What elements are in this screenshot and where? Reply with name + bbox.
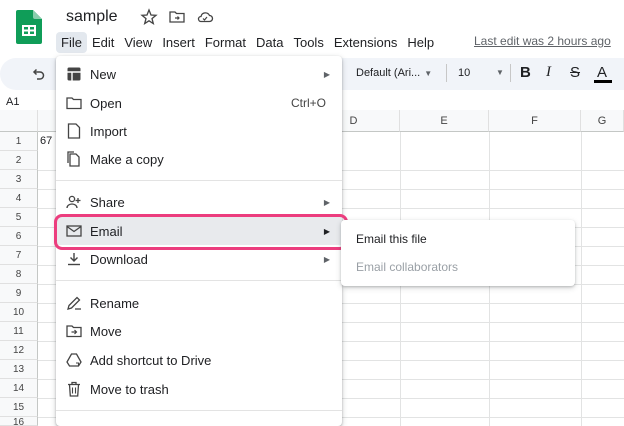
column-header-f[interactable]: F <box>489 110 581 132</box>
submenu-email-collaborators: Email collaborators <box>356 260 459 274</box>
menu-item-share[interactable]: Share ▶ <box>56 188 342 216</box>
menu-item-label: Make a copy <box>90 151 164 167</box>
row-header[interactable]: 7 <box>0 246 38 265</box>
chevron-down-icon[interactable]: ▼ <box>496 68 504 77</box>
menu-item-label: Import <box>90 123 127 139</box>
submenu-arrow-icon: ▶ <box>323 197 330 207</box>
row-header[interactable]: 11 <box>0 322 38 341</box>
menu-separator <box>56 410 342 411</box>
row-header[interactable]: 4 <box>0 189 38 208</box>
row-header[interactable]: 5 <box>0 208 38 227</box>
row-header[interactable]: 15 <box>0 398 38 417</box>
menu-view[interactable]: View <box>119 32 157 53</box>
sheets-logo-icon[interactable] <box>16 10 42 44</box>
row-header[interactable]: 12 <box>0 341 38 360</box>
rename-icon <box>66 295 82 311</box>
menu-file[interactable]: File <box>56 31 87 53</box>
italic-button[interactable]: I <box>546 64 551 81</box>
name-box[interactable]: A1 <box>6 96 19 108</box>
row-header[interactable]: 1 <box>0 132 38 151</box>
move-folder-icon <box>66 323 82 339</box>
menu-item-label: Share <box>90 194 125 210</box>
menu-item-open[interactable]: Open Ctrl+O <box>56 89 342 117</box>
text-color-button[interactable]: A <box>597 64 607 81</box>
row-header[interactable]: 3 <box>0 170 38 189</box>
menu-separator <box>56 280 342 281</box>
highlight-annotation <box>54 214 348 250</box>
column-header-e[interactable]: E <box>400 110 489 132</box>
grid-line <box>581 132 582 426</box>
row-header[interactable]: 6 <box>0 227 38 246</box>
row-header[interactable]: 13 <box>0 360 38 379</box>
menu-item-shortcut: Ctrl+O <box>290 96 326 110</box>
font-family-value: Default (Ari... <box>356 67 421 79</box>
row-header[interactable]: 10 <box>0 303 38 322</box>
menu-item-new[interactable]: New ▶ <box>56 60 342 88</box>
menu-item-make-a-copy[interactable]: Make a copy <box>56 145 342 173</box>
select-all-corner[interactable] <box>0 110 38 132</box>
new-sheet-icon <box>66 66 82 82</box>
cell-a1-value[interactable]: 67 <box>40 135 52 147</box>
menu-item-label: New <box>90 66 117 82</box>
submenu-email-this-file[interactable]: Email this file <box>356 232 427 246</box>
chevron-down-icon: ▼ <box>424 69 433 78</box>
folder-icon <box>66 95 82 111</box>
menu-format[interactable]: Format <box>200 32 251 53</box>
font-family-select[interactable]: Default (Ari... ▼ <box>356 67 432 79</box>
document-title[interactable]: sample <box>66 8 118 26</box>
menu-edit[interactable]: Edit <box>87 32 119 53</box>
column-header-g[interactable]: G <box>581 110 624 132</box>
menu-item-import[interactable]: Import <box>56 117 342 145</box>
menu-item-move[interactable]: Move <box>56 317 342 345</box>
font-size-select[interactable]: 10 <box>458 67 470 79</box>
row-header[interactable]: 16 <box>0 417 38 426</box>
menu-item-rename[interactable]: Rename <box>56 289 342 317</box>
submenu-arrow-icon: ▶ <box>323 254 330 264</box>
undo-icon[interactable] <box>30 66 46 82</box>
drive-shortcut-icon <box>66 352 82 368</box>
bold-button[interactable]: B <box>520 64 531 81</box>
share-person-icon <box>66 194 82 210</box>
text-color-swatch <box>594 80 612 83</box>
row-header[interactable]: 9 <box>0 284 38 303</box>
last-edit-link[interactable]: Last edit was 2 hours ago <box>474 34 611 48</box>
menu-item-label: Move to trash <box>90 381 169 397</box>
toolbar-divider <box>446 64 447 82</box>
row-header[interactable]: 14 <box>0 379 38 398</box>
move-folder-icon[interactable] <box>168 8 186 26</box>
strikethrough-button[interactable]: S <box>570 64 580 81</box>
menu-separator <box>56 180 342 181</box>
menu-item-move-to-trash[interactable]: Move to trash <box>56 375 342 403</box>
import-file-icon <box>66 123 82 139</box>
trash-icon <box>66 381 82 397</box>
menu-help[interactable]: Help <box>402 32 439 53</box>
email-submenu: Email this file Email collaborators <box>341 220 575 286</box>
row-header[interactable]: 2 <box>0 151 38 170</box>
menu-item-label: Add shortcut to Drive <box>90 352 212 368</box>
row-header[interactable]: 8 <box>0 265 38 284</box>
menu-insert[interactable]: Insert <box>157 32 200 53</box>
menu-extensions[interactable]: Extensions <box>329 32 403 53</box>
menu-item-add-shortcut[interactable]: Add shortcut to Drive <box>56 346 342 374</box>
star-icon[interactable] <box>140 8 158 26</box>
menu-item-label: Rename <box>90 295 140 311</box>
menu-item-label: Move <box>90 323 122 339</box>
menu-item-label: Open <box>90 95 122 111</box>
download-icon <box>66 251 82 267</box>
menu-tools[interactable]: Tools <box>288 32 328 53</box>
menu-item-label: Download <box>90 251 148 267</box>
cloud-saved-icon[interactable] <box>196 8 214 26</box>
copy-icon <box>66 151 82 167</box>
menu-data[interactable]: Data <box>251 32 288 53</box>
submenu-arrow-icon: ▶ <box>323 69 330 79</box>
toolbar-divider <box>510 64 511 82</box>
menu-bar: File Edit View Insert Format Data Tools … <box>56 30 439 54</box>
